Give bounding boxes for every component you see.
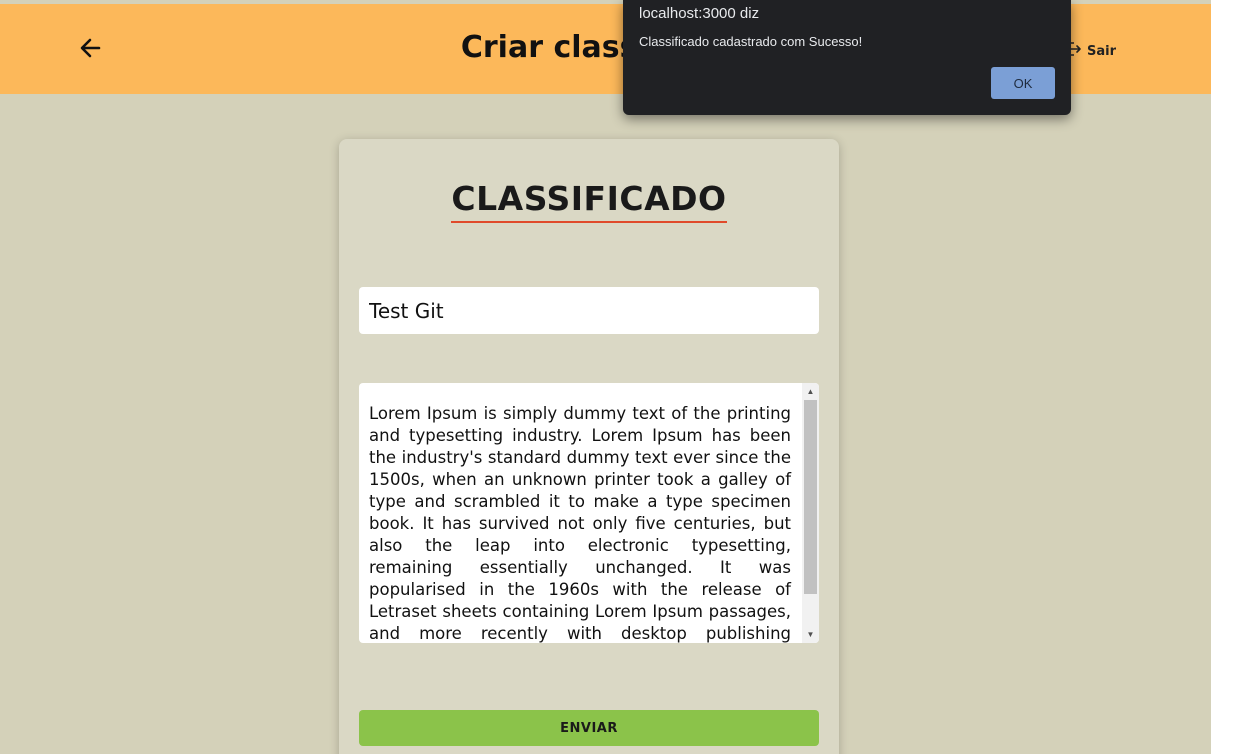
scroll-up-arrow-icon[interactable]: ▲ bbox=[802, 383, 819, 400]
scroll-down-arrow-icon[interactable]: ▼ bbox=[802, 626, 819, 643]
dialog-message: Classificado cadastrado com Sucesso! bbox=[639, 34, 863, 49]
classified-form-card: CLASSIFICADO Lorem Ipsum is simply dummy… bbox=[339, 139, 839, 754]
description-scrollbar[interactable]: ▲ ▼ bbox=[802, 383, 819, 643]
card-title-text: CLASSIFICADO bbox=[451, 179, 727, 223]
description-text: Lorem Ipsum is simply dummy text of the … bbox=[369, 404, 791, 643]
description-textarea[interactable]: Lorem Ipsum is simply dummy text of the … bbox=[359, 383, 819, 643]
scrollbar-thumb[interactable] bbox=[804, 400, 817, 594]
dialog-title: localhost:3000 diz bbox=[639, 5, 760, 22]
submit-button[interactable]: ENVIAR bbox=[359, 710, 819, 746]
card-title: CLASSIFICADO bbox=[339, 179, 839, 223]
alert-dialog: localhost:3000 diz Classificado cadastra… bbox=[623, 0, 1071, 115]
logout-button[interactable]: Sair bbox=[1064, 40, 1116, 62]
dialog-ok-button[interactable]: OK bbox=[991, 67, 1055, 99]
window-right-margin bbox=[1211, 0, 1244, 754]
logout-label: Sair bbox=[1087, 43, 1117, 59]
title-input[interactable] bbox=[359, 287, 819, 334]
